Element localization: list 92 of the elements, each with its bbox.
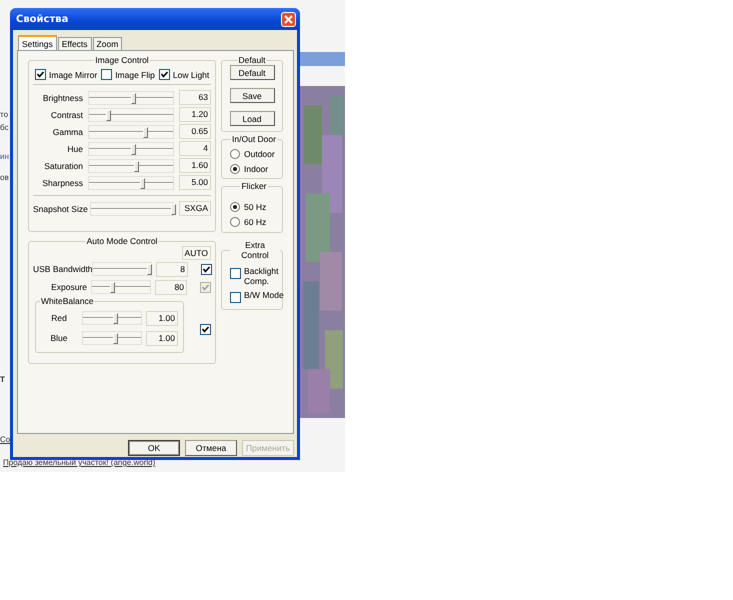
group-title: Image Control [94, 55, 150, 65]
push-button[interactable]: Отмена [185, 440, 237, 456]
value-field: 0.65 [179, 124, 211, 139]
slider-label: Gamma [52, 126, 83, 136]
slider[interactable] [88, 158, 174, 172]
slider-label: Sharpness [41, 178, 83, 188]
slider[interactable] [88, 90, 174, 104]
push-button[interactable]: Save [230, 88, 274, 103]
page-text: ов [0, 173, 9, 183]
slider-label: Blue [49, 333, 68, 343]
tab[interactable]: Zoom [92, 37, 122, 50]
group-title: WhiteBalance [40, 296, 94, 306]
radio-button[interactable] [230, 148, 240, 158]
value-field: 80 [155, 280, 187, 294]
slider[interactable] [88, 142, 174, 156]
slider[interactable] [91, 280, 151, 294]
radio-label: 60 Hz [244, 216, 266, 226]
radio-button[interactable] [230, 216, 240, 226]
checkbox-label: Image Flip [115, 70, 155, 80]
checkbox[interactable] [35, 69, 46, 80]
slider-thumb[interactable] [171, 204, 176, 214]
slider[interactable] [82, 331, 142, 345]
value-field: 4 [179, 141, 211, 156]
page-text: бс [0, 123, 8, 133]
checkbox[interactable] [201, 264, 212, 274]
slider-thumb[interactable] [134, 160, 140, 172]
value-field: 1.60 [179, 158, 211, 173]
slider-label: Red [50, 313, 68, 323]
value-field: 63 [179, 90, 211, 105]
page-link[interactable]: Продаю земельный участок! (ange.world) [3, 458, 156, 467]
value-field: 5.00 [179, 175, 211, 190]
value-field: SXGA [179, 201, 211, 216]
slider-thumb[interactable] [140, 178, 145, 188]
push-button[interactable]: OK [128, 440, 180, 456]
page-text: ин [0, 152, 9, 162]
slider-thumb[interactable] [106, 110, 112, 120]
value-field: 8 [156, 262, 188, 276]
slider[interactable] [88, 108, 174, 122]
slider-thumb[interactable] [112, 313, 118, 324]
group-title: Default [238, 55, 266, 65]
group-title: Extra Control [240, 240, 270, 260]
page-text: Т [0, 375, 5, 385]
radio-label: 50 Hz [244, 202, 266, 212]
push-button[interactable]: Load [230, 111, 274, 126]
checkbox[interactable] [200, 324, 211, 335]
group-title: Flicker [240, 181, 268, 191]
slider[interactable] [82, 311, 142, 325]
slider[interactable] [92, 262, 152, 276]
tab[interactable]: Effects [58, 37, 92, 50]
checkbox[interactable] [230, 268, 241, 279]
slider-label: Saturation [43, 160, 83, 170]
group-title: Auto Mode Control [86, 236, 158, 246]
checkbox-label: B/W Mode [244, 290, 284, 300]
radio-label: Outdoor [244, 148, 275, 158]
slider[interactable] [90, 202, 174, 216]
slider[interactable] [88, 124, 174, 138]
slider-label: Exposure [50, 282, 87, 292]
push-button[interactable]: Default [230, 65, 274, 80]
close-button[interactable] [281, 12, 296, 26]
slider-thumb[interactable] [112, 333, 118, 344]
check-icon [201, 325, 210, 334]
slider-thumb[interactable] [143, 126, 148, 138]
window-title: Свойства [16, 14, 68, 24]
slider-label: Contrast [50, 110, 83, 120]
checkbox[interactable] [101, 69, 112, 80]
page-text: Со [0, 435, 10, 445]
checkbox-label: Image Mirror [49, 70, 98, 80]
slider-thumb[interactable] [130, 144, 136, 154]
column-header: AUTO [182, 246, 211, 260]
radio-button[interactable] [230, 202, 240, 212]
header-bar [300, 52, 345, 66]
page-text: то [0, 110, 8, 120]
checkbox[interactable] [158, 69, 170, 80]
check-icon [160, 70, 169, 79]
group-title: In/Out Door [231, 134, 277, 144]
slider-label: Hue [66, 144, 83, 154]
value-field: 1.20 [179, 107, 211, 122]
checkbox-label: Low Light [172, 70, 210, 80]
close-icon [284, 14, 293, 24]
radio-button[interactable] [230, 164, 240, 174]
value-field: 1.00 [146, 330, 178, 346]
checkbox[interactable] [230, 292, 241, 303]
checkbox-label: Backlight Comp. [244, 266, 278, 286]
slider-label: Brightness [42, 92, 83, 102]
value-field: 1.00 [146, 310, 178, 326]
check-icon [36, 70, 45, 79]
slider[interactable] [88, 176, 174, 190]
slider-label: Snapshot Size [33, 204, 87, 214]
slider-thumb[interactable] [146, 264, 152, 275]
tab[interactable]: Settings [18, 35, 57, 50]
radio-label: Indoor [244, 164, 268, 174]
slider-thumb[interactable] [130, 92, 136, 104]
